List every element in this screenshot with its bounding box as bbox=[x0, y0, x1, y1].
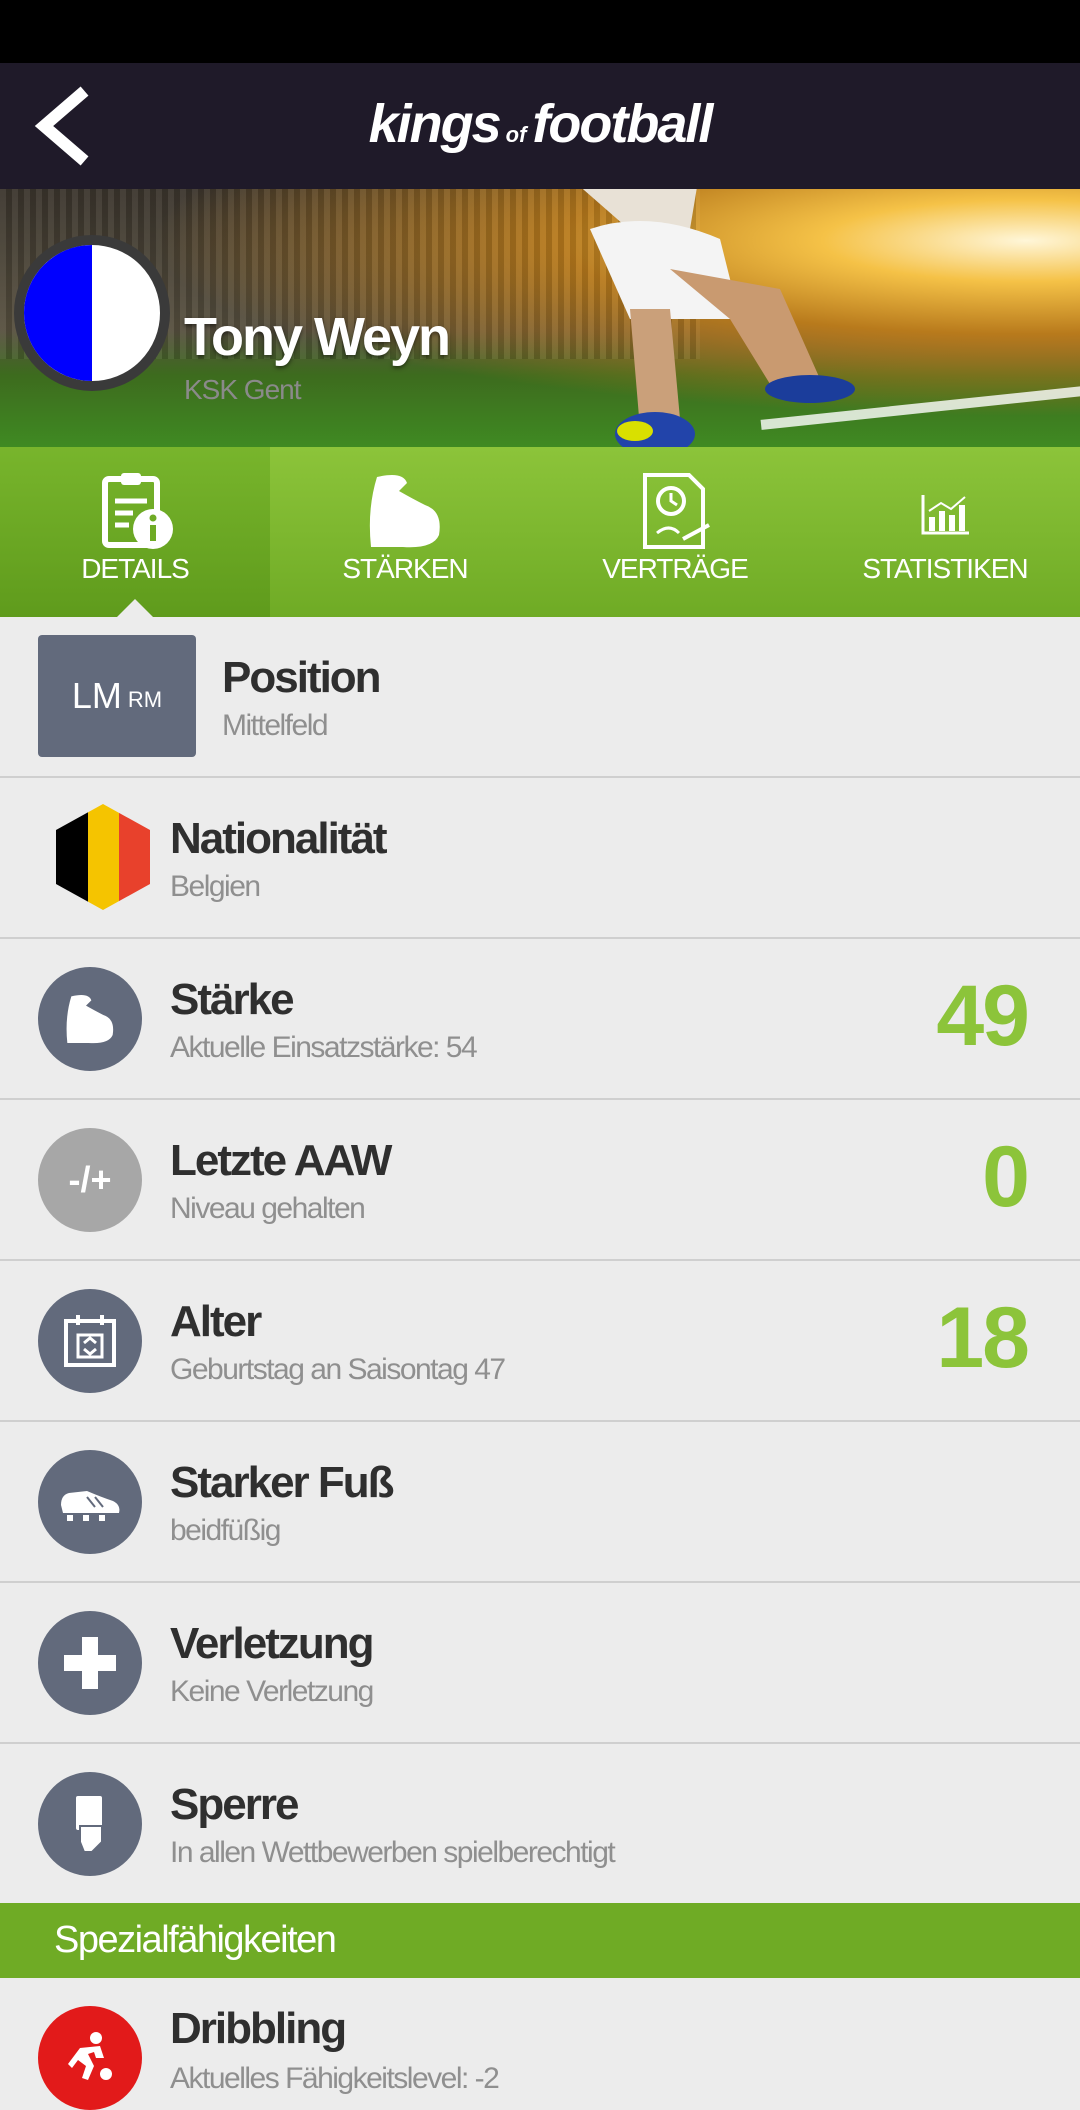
football-boot-icon bbox=[61, 1491, 120, 1521]
tab-details[interactable]: DETAILS bbox=[0, 447, 270, 617]
row-subtitle: Belgien bbox=[170, 870, 261, 903]
tab-label: VERTRÄGE bbox=[602, 553, 749, 584]
tab-label: DETAILS bbox=[81, 553, 190, 584]
row-title: Letzte AAW bbox=[170, 1136, 392, 1185]
strength-icon-circle bbox=[38, 967, 142, 1071]
position-row[interactable]: LM RM Position Mittelfeld bbox=[0, 617, 1080, 778]
tab-statistics[interactable]: STATISTIKEN bbox=[810, 447, 1080, 617]
app-logo: kings of football bbox=[368, 94, 714, 154]
nationality-row[interactable]: Nationalität Belgien bbox=[0, 778, 1080, 939]
age-value: 18 bbox=[936, 1290, 1030, 1386]
status-bar bbox=[0, 0, 1080, 63]
dribbling-icon-circle bbox=[38, 2006, 142, 2110]
strong-foot-row[interactable]: Starker Fuß beidfüßig bbox=[0, 1422, 1080, 1583]
card-in-hand-icon bbox=[76, 1796, 103, 1853]
skill-subtitle: Aktuelles Fähigkeitslevel: -2 bbox=[170, 2062, 500, 2095]
skill-row-dribbling[interactable]: Dribbling Aktuelles Fähigkeitslevel: -2 bbox=[0, 1978, 1080, 2110]
injury-row[interactable]: Verletzung Keine Verletzung bbox=[0, 1583, 1080, 1744]
foot-icon-circle bbox=[38, 1450, 142, 1554]
plus-minus-icon: -/+ bbox=[38, 1128, 142, 1232]
bicep-icon bbox=[369, 475, 440, 548]
last-aaw-row[interactable]: -/+ Letzte AAW Niveau gehalten 0 bbox=[0, 1100, 1080, 1261]
injury-icon-circle bbox=[38, 1611, 142, 1715]
contract-icon bbox=[643, 473, 710, 549]
row-title: Alter bbox=[170, 1297, 262, 1346]
age-icon-circle bbox=[38, 1289, 142, 1393]
bar-chart-icon bbox=[921, 495, 969, 535]
suspension-row[interactable]: Sperre In allen Wettbewerben spielberech… bbox=[0, 1744, 1080, 1903]
row-subtitle: Niveau gehalten bbox=[170, 1192, 366, 1225]
special-abilities-header: Spezialfähigkeiten bbox=[0, 1903, 1080, 1978]
position-badge: LM RM bbox=[38, 635, 196, 757]
club-name[interactable]: KSK Gent bbox=[184, 374, 302, 406]
tab-label: STATISTIKEN bbox=[862, 553, 1028, 584]
row-title: Stärke bbox=[170, 975, 295, 1024]
player-tabs: DETAILS STÄRKEN VERTRÄGE STATISTIKEN bbox=[0, 447, 1080, 617]
tab-strengths[interactable]: STÄRKEN bbox=[270, 447, 540, 617]
medical-cross-icon bbox=[64, 1637, 116, 1689]
row-title: Starker Fuß bbox=[170, 1458, 395, 1507]
last-aaw-value: 0 bbox=[982, 1129, 1030, 1225]
row-title: Nationalität bbox=[170, 814, 388, 863]
row-subtitle: In allen Wettbewerben spielberechtigt bbox=[170, 1836, 616, 1869]
belgium-flag-icon bbox=[56, 804, 150, 910]
club-badge[interactable] bbox=[14, 235, 170, 391]
bicep-icon bbox=[66, 995, 114, 1044]
row-subtitle: Keine Verletzung bbox=[170, 1675, 374, 1708]
calendar-icon bbox=[64, 1315, 116, 1367]
row-subtitle: beidfüßig bbox=[170, 1514, 281, 1547]
active-tab-indicator bbox=[117, 599, 153, 617]
row-title: Sperre bbox=[170, 1780, 299, 1829]
skill-title: Dribbling bbox=[170, 2004, 347, 2053]
strength-row[interactable]: Stärke Aktuelle Einsatzstärke: 54 49 bbox=[0, 939, 1080, 1100]
player-name: Tony Weyn bbox=[184, 307, 451, 367]
row-title: Verletzung bbox=[170, 1619, 374, 1668]
row-title: Position bbox=[222, 653, 382, 702]
strength-value: 49 bbox=[936, 968, 1030, 1064]
row-subtitle: Mittelfeld bbox=[222, 709, 329, 742]
clipboard-info-icon bbox=[102, 473, 173, 549]
row-subtitle: Geburtstag an Saisontag 47 bbox=[170, 1353, 506, 1386]
tab-contracts[interactable]: VERTRÄGE bbox=[540, 447, 810, 617]
player-details-list: LM RM Position Mittelfeld Nationalität Be… bbox=[0, 617, 1080, 1903]
app-bar: kings of football bbox=[0, 63, 1080, 189]
dribbling-player-icon bbox=[68, 2032, 112, 2080]
suspension-icon-circle bbox=[38, 1772, 142, 1876]
row-subtitle: Aktuelle Einsatzstärke: 54 bbox=[170, 1031, 478, 1064]
age-row[interactable]: Alter Geburtstag an Saisontag 47 18 bbox=[0, 1261, 1080, 1422]
tab-label: STÄRKEN bbox=[342, 553, 468, 584]
